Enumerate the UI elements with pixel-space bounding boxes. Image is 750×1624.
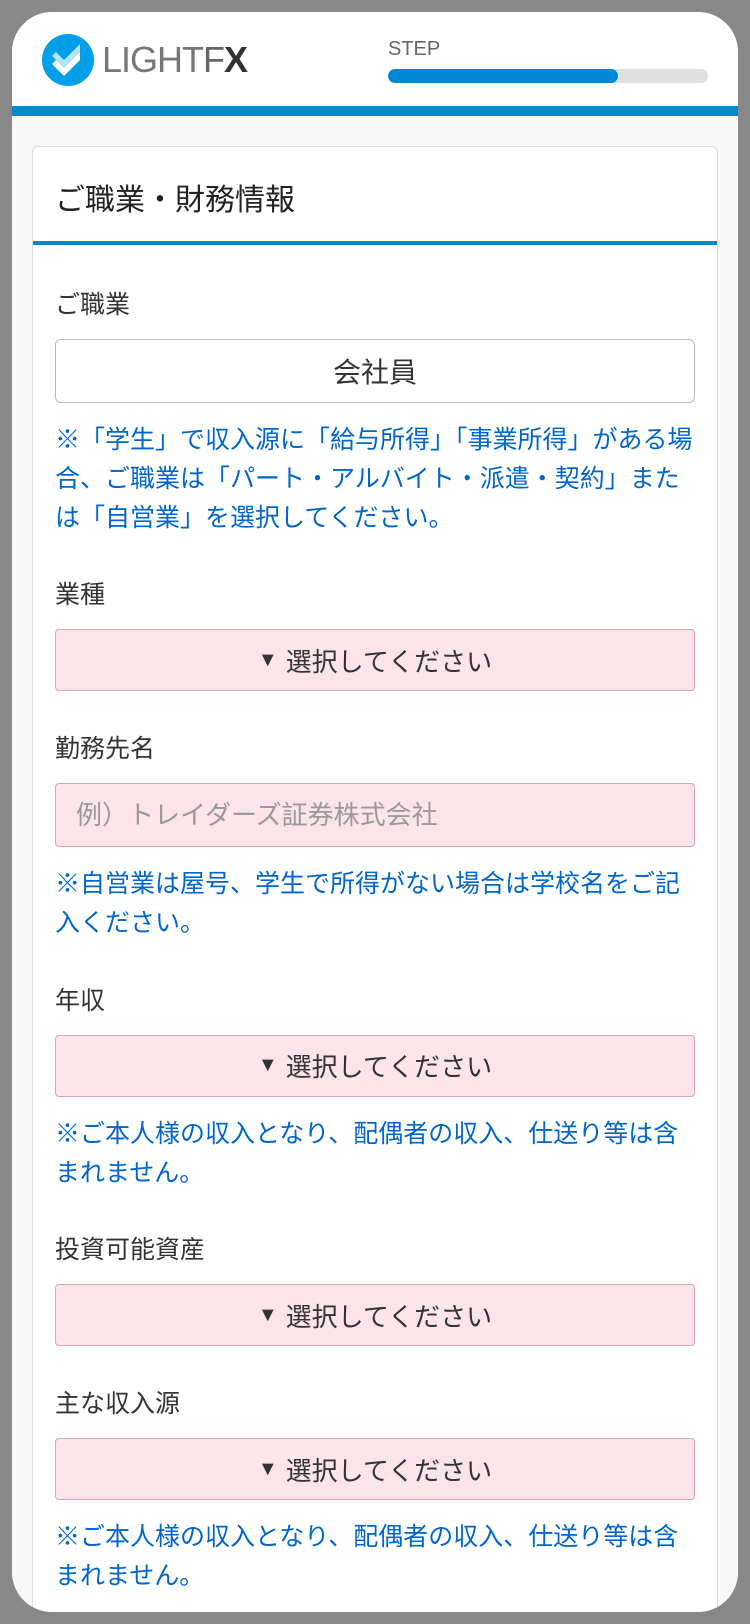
employer-input[interactable] (55, 783, 695, 847)
income-note: ※ご本人様の収入となり、配偶者の収入、仕送り等は含まれません。 (55, 1115, 695, 1193)
app-header: LIGHTFX STEP (12, 12, 738, 98)
progress-bar (388, 69, 708, 83)
dropdown-icon: ▼ (258, 1458, 278, 1481)
income-source-note: ※ご本人様の収入となり、配偶者の収入、仕送り等は含まれません。 (55, 1518, 695, 1596)
industry-field-group: 業種 ▼ 選択してください (55, 575, 695, 691)
section-title: ご職業・財務情報 (33, 147, 717, 245)
income-select[interactable]: ▼ 選択してください (55, 1035, 695, 1097)
investable-field-group: 投資可能資産 ▼ 選択してください (55, 1230, 695, 1346)
header-divider (12, 106, 738, 116)
income-source-placeholder: 選択してください (286, 1451, 492, 1488)
occupation-value: 会社員 (333, 351, 417, 391)
industry-select[interactable]: ▼ 選択してください (55, 629, 695, 691)
occupation-note: ※「学生」で収入源に「給与所得」「事業所得」がある場合、ご職業は「パート・アルバ… (55, 421, 695, 537)
income-source-field-group: 主な収入源 ▼ 選択してください ※ご本人様の収入となり、配偶者の収入、仕送り等… (55, 1384, 695, 1596)
progress-fill (388, 69, 618, 83)
form-content: ご職業・財務情報 ご職業 会社員 ※「学生」で収入源に「給与所得」「事業所得」が… (12, 116, 738, 1608)
logo-text: LIGHTFX (102, 39, 247, 81)
employer-note: ※自営業は屋号、学生で所得がない場合は学校名をご記入ください。 (55, 865, 695, 943)
investable-label: 投資可能資産 (55, 1230, 695, 1266)
step-label: STEP (388, 38, 708, 61)
dropdown-icon: ▼ (258, 1304, 278, 1327)
income-label: 年収 (55, 981, 695, 1017)
income-placeholder: 選択してください (286, 1047, 492, 1084)
dropdown-icon: ▼ (258, 649, 278, 672)
logo-icon (42, 34, 94, 86)
occupation-select[interactable]: 会社員 (55, 339, 695, 403)
logo: LIGHTFX (42, 34, 247, 86)
income-source-label: 主な収入源 (55, 1384, 695, 1420)
investable-placeholder: 選択してください (286, 1297, 492, 1334)
industry-label: 業種 (55, 575, 695, 611)
industry-placeholder: 選択してください (286, 642, 492, 679)
income-source-select[interactable]: ▼ 選択してください (55, 1438, 695, 1500)
occupation-financial-card: ご職業・財務情報 ご職業 会社員 ※「学生」で収入源に「給与所得」「事業所得」が… (32, 146, 718, 1608)
occupation-field-group: ご職業 会社員 ※「学生」で収入源に「給与所得」「事業所得」がある場合、ご職業は… (55, 285, 695, 537)
employer-field-group: 勤務先名 ※自営業は屋号、学生で所得がない場合は学校名をご記入ください。 (55, 729, 695, 943)
income-field-group: 年収 ▼ 選択してください ※ご本人様の収入となり、配偶者の収入、仕送り等は含ま… (55, 981, 695, 1193)
occupation-label: ご職業 (55, 285, 695, 321)
step-progress: STEP (388, 38, 708, 83)
employer-label: 勤務先名 (55, 729, 695, 765)
dropdown-icon: ▼ (258, 1054, 278, 1077)
investable-select[interactable]: ▼ 選択してください (55, 1284, 695, 1346)
